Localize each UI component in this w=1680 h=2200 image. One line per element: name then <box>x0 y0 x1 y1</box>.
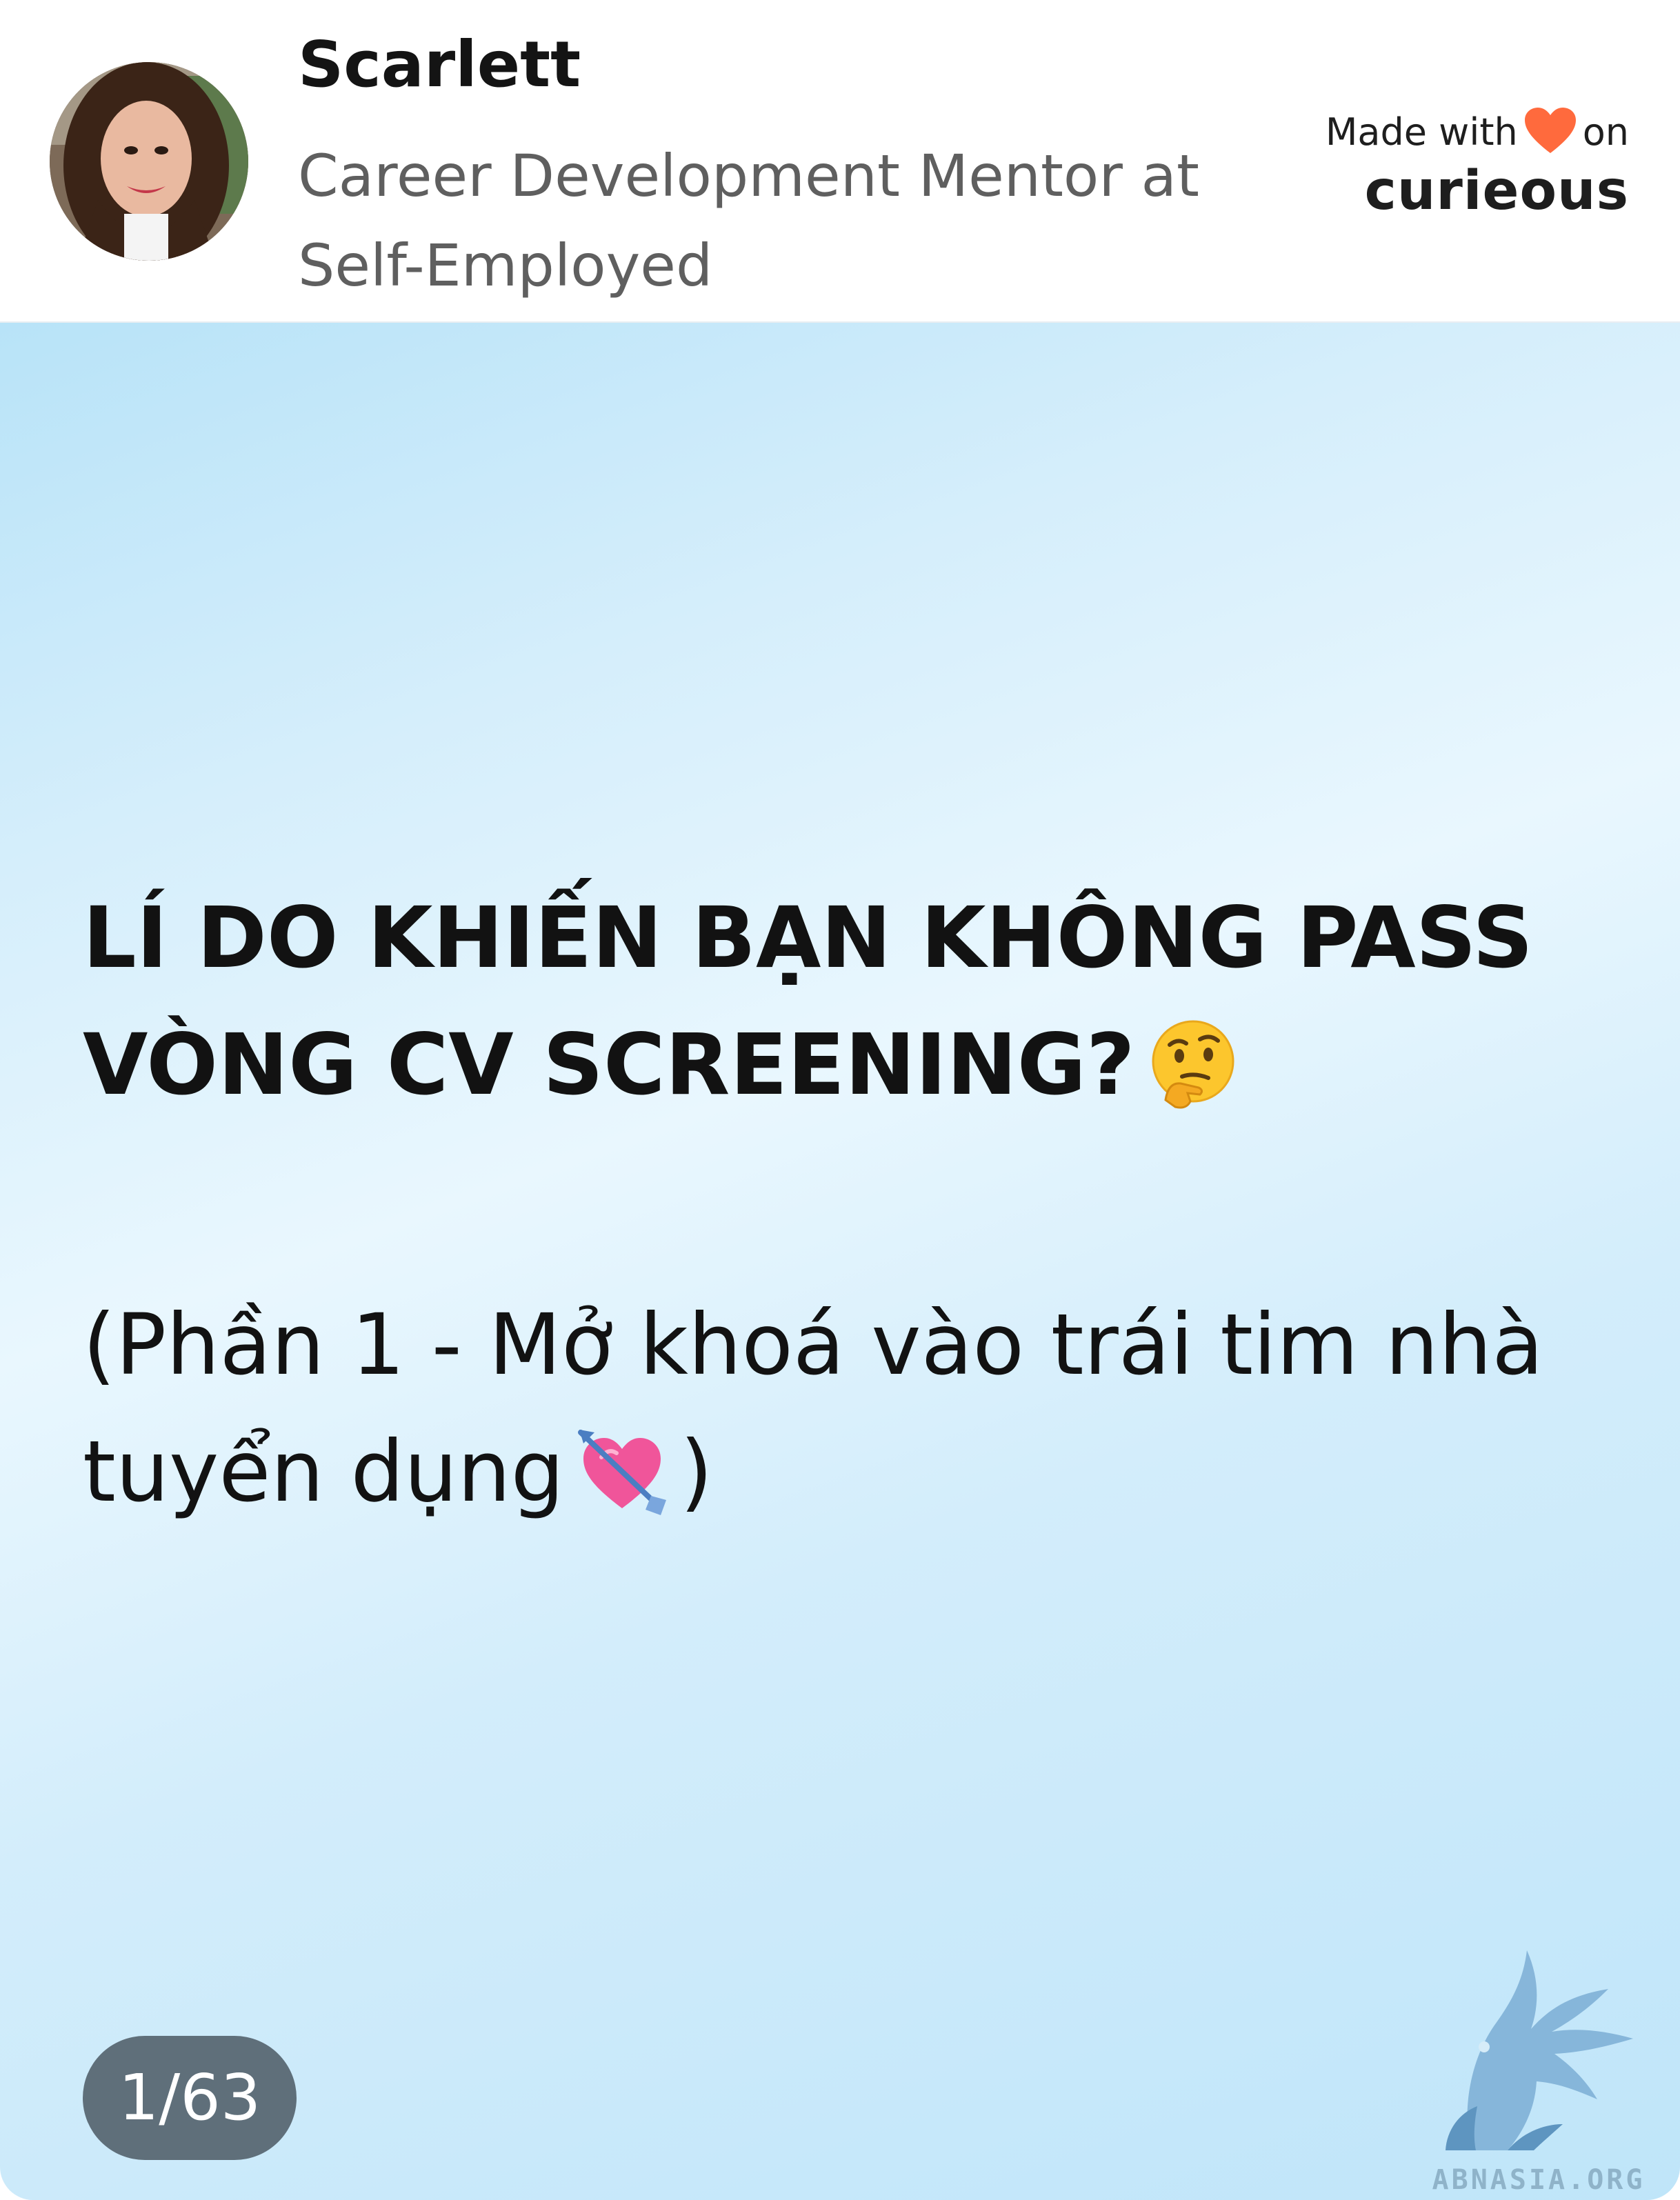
slide-headline: LÍ DO KHIẾN BẠN KHÔNG PASS VÒNG CV SCREE… <box>83 874 1628 1128</box>
subline-text: (Phần 1 - Mở khoá vào trái tim nhà tuyển… <box>83 1296 1543 1521</box>
avatar-photo-icon <box>50 62 248 261</box>
made-with-line: Made with on <box>1270 105 1629 160</box>
headline-text: LÍ DO KHIẾN BẠN KHÔNG PASS VÒNG CV SCREE… <box>83 889 1533 1114</box>
brand-name: curieous <box>1364 160 1629 222</box>
author-name[interactable]: Scarlett <box>298 28 581 101</box>
heart-icon <box>1523 106 1577 154</box>
slide-subline: (Phần 1 - Mở khoá vào trái tim nhà tuyển… <box>83 1281 1628 1535</box>
post-card: Scarlett Career Development Mentor at Se… <box>0 0 1680 2200</box>
page-counter[interactable]: 1/63 <box>83 2036 297 2160</box>
brand-badge[interactable]: Made with on curieous <box>1270 105 1629 222</box>
post-header: Scarlett Career Development Mentor at Se… <box>0 0 1680 323</box>
made-with-suffix: on <box>1582 110 1629 154</box>
subline-close: ) <box>680 1423 713 1521</box>
griffin-logo-icon <box>1446 1950 1633 2150</box>
heart-with-arrow-icon <box>574 1423 670 1519</box>
watermark: ABNASIA.ORG <box>1404 1943 1666 2199</box>
watermark-text: ABNASIA.ORG <box>1432 2164 1646 2196</box>
avatar[interactable] <box>50 62 248 261</box>
slide-content: LÍ DO KHIẾN BẠN KHÔNG PASS VÒNG CV SCREE… <box>0 323 1680 2200</box>
author-title: Career Development Mentor at Self-Employ… <box>298 142 1199 299</box>
made-with-prefix: Made with <box>1325 110 1518 154</box>
thinking-face-icon <box>1145 1016 1241 1112</box>
